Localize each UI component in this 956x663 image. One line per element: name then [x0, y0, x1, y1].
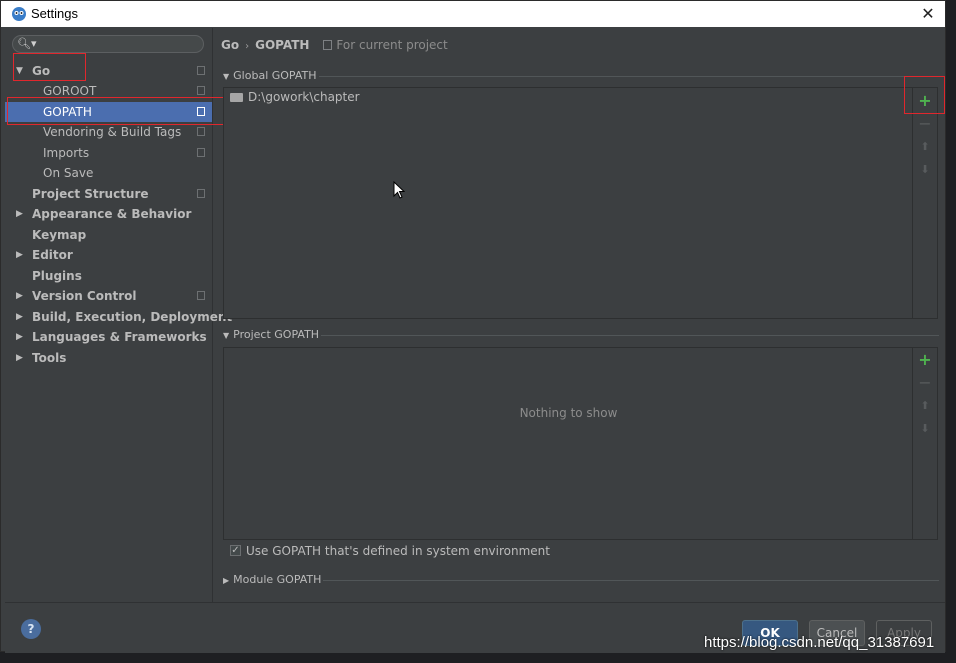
project-scope-icon: [197, 107, 205, 116]
tree-item-vendoring[interactable]: Vendoring & Build Tags: [5, 122, 212, 142]
collapse-arrow-icon[interactable]: ▶: [16, 307, 23, 327]
divider: [323, 580, 939, 581]
tree-item-project-structure[interactable]: Project Structure: [5, 184, 212, 204]
settings-content: Go › GOPATH For current project ▼ Global GOP…: [213, 28, 945, 602]
tree-item-on-save[interactable]: On Save: [5, 163, 212, 183]
folder-icon: [230, 93, 243, 102]
path-list-item[interactable]: D:\gowork\chapter: [230, 90, 360, 104]
global-gopath-list: D:\gowork\chapter + − ⬆ ⬇: [223, 87, 938, 319]
watermark-text: https://blog.csdn.net/qq_31387691: [704, 634, 935, 651]
breadcrumb-root: Go: [221, 38, 240, 52]
project-gopath-list: Nothing to show + − ⬆ ⬇: [223, 347, 938, 540]
settings-sidebar: 🔍︎▾ ▼ Go GOROOT GOPATH Vendoring & Build…: [5, 28, 232, 602]
collapse-arrow-icon[interactable]: ▶: [16, 204, 23, 224]
project-scope-icon: [197, 291, 205, 300]
project-scope-icon: [197, 189, 205, 198]
tree-item-version-control[interactable]: ▶ Version Control: [5, 286, 212, 306]
tree-item-plugins[interactable]: Plugins: [5, 266, 212, 286]
search-icon: 🔍︎▾: [17, 37, 37, 50]
tree-item-languages[interactable]: ▶ Languages & Frameworks: [5, 327, 212, 347]
window-title: Settings: [31, 6, 78, 21]
collapse-arrow-icon: ▶: [223, 576, 230, 585]
tree-item-gopath[interactable]: GOPATH: [5, 102, 212, 122]
list-toolbar: + − ⬆ ⬇: [912, 348, 937, 539]
project-scope-icon: [197, 127, 205, 136]
close-icon[interactable]: ✕: [917, 3, 939, 25]
tree-item-go[interactable]: ▼ Go: [5, 61, 212, 81]
list-toolbar: + − ⬆ ⬇: [912, 88, 937, 318]
expand-arrow-icon: ▼: [223, 331, 230, 340]
help-button[interactable]: ?: [21, 619, 41, 639]
tree-item-editor[interactable]: ▶ Editor: [5, 245, 212, 265]
collapse-arrow-icon[interactable]: ▶: [16, 245, 23, 265]
title-bar: Settings ✕: [1, 1, 945, 27]
project-scope-icon: [197, 86, 205, 95]
move-down-button[interactable]: ⬇: [916, 161, 934, 179]
settings-search-input[interactable]: 🔍︎▾: [12, 35, 204, 53]
divider: [321, 335, 939, 336]
settings-window: Settings ✕ 🔍︎▾ ▼ Go GOROOT GOPATH Vendor…: [0, 0, 946, 653]
remove-path-button[interactable]: −: [916, 115, 934, 133]
global-gopath-header[interactable]: ▼ Global GOPATH: [223, 69, 317, 82]
empty-list-text: Nothing to show: [519, 406, 618, 420]
project-gopath-header[interactable]: ▼ Project GOPATH: [223, 328, 319, 341]
breadcrumb-page: GOPATH: [255, 38, 310, 52]
goland-app-icon: [12, 7, 26, 21]
collapse-arrow-icon[interactable]: ▶: [16, 286, 23, 306]
add-path-button[interactable]: +: [916, 351, 934, 369]
system-env-checkbox[interactable]: ✓: [230, 545, 241, 556]
expand-arrow-icon[interactable]: ▼: [16, 61, 23, 81]
project-scope-icon: [197, 148, 205, 157]
collapse-arrow-icon[interactable]: ▶: [16, 327, 23, 347]
tree-item-build[interactable]: ▶ Build, Execution, Deployment: [5, 307, 232, 327]
move-down-button[interactable]: ⬇: [916, 420, 934, 438]
tree-item-appearance[interactable]: ▶ Appearance & Behavior: [5, 204, 212, 224]
collapse-arrow-icon[interactable]: ▶: [16, 348, 23, 368]
system-env-checkbox-label[interactable]: Use GOPATH that's defined in system envi…: [246, 544, 550, 558]
project-scope-icon: [323, 40, 333, 50]
scope-label: For current project: [323, 38, 448, 52]
mouse-pointer-icon: [393, 181, 405, 199]
move-up-button[interactable]: ⬆: [916, 138, 934, 156]
divider: [319, 76, 939, 77]
module-gopath-header[interactable]: ▶ Module GOPATH: [223, 573, 321, 586]
project-scope-icon: [197, 66, 205, 75]
breadcrumb: Go › GOPATH For current project: [221, 38, 448, 52]
add-path-button[interactable]: +: [916, 92, 934, 110]
expand-arrow-icon: ▼: [223, 72, 230, 81]
tree-item-goroot[interactable]: GOROOT: [5, 81, 212, 101]
tree-item-keymap[interactable]: Keymap: [5, 225, 212, 245]
tree-item-imports[interactable]: Imports: [5, 143, 212, 163]
tree-item-tools[interactable]: ▶ Tools: [5, 348, 212, 368]
remove-path-button[interactable]: −: [916, 374, 934, 392]
move-up-button[interactable]: ⬆: [916, 397, 934, 415]
breadcrumb-separator: ›: [245, 41, 250, 52]
